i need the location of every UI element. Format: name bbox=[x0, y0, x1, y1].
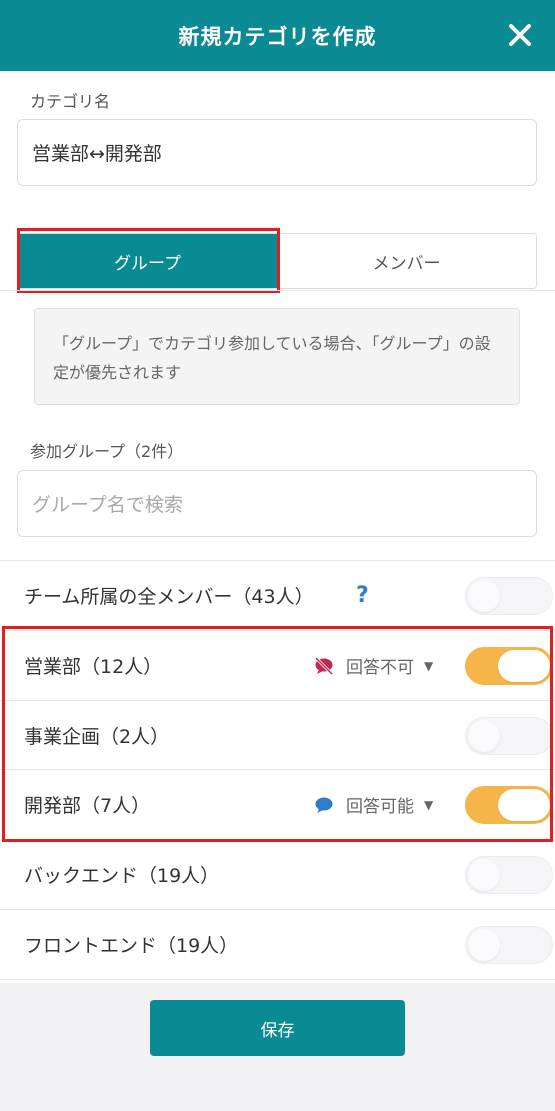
modal-title: 新規カテゴリを作成 bbox=[178, 24, 377, 49]
close-button[interactable] bbox=[501, 16, 539, 54]
row-label: 営業部（12人） bbox=[24, 656, 163, 678]
divider bbox=[0, 290, 555, 291]
list-item-group: フロントエンド（19人） bbox=[0, 910, 555, 979]
reply-status-dropdown[interactable]: 回答可能 ▼ bbox=[314, 792, 433, 817]
row-label: バックエンド（19人） bbox=[24, 865, 220, 887]
toggle-switch[interactable] bbox=[465, 855, 553, 894]
close-icon bbox=[509, 24, 531, 46]
reply-icon bbox=[315, 797, 333, 813]
list-item-group: バックエンド（19人） bbox=[0, 840, 555, 909]
row-label: チーム所属の全メンバー（43人） bbox=[24, 586, 314, 608]
group-search-input[interactable]: グループ名で検索 bbox=[17, 470, 537, 537]
tab-switcher: グループ メンバー bbox=[17, 233, 537, 289]
row-label: 開発部（7人） bbox=[24, 795, 151, 817]
tab-group[interactable]: グループ bbox=[18, 234, 277, 288]
row-label: 事業企画（2人） bbox=[24, 726, 170, 748]
list-item-all-members: チーム所属の全メンバー（43人） ? bbox=[0, 561, 555, 630]
groups-count-label: 参加グループ（2件） bbox=[30, 442, 184, 461]
toggle-switch[interactable] bbox=[465, 925, 553, 964]
help-icon[interactable]: ? bbox=[356, 583, 369, 608]
reply-status-label: 回答不可 bbox=[346, 658, 414, 678]
list-item-group: 開発部（7人） 回答可能 ▼ bbox=[0, 770, 555, 839]
no-reply-icon bbox=[314, 656, 334, 675]
save-button[interactable]: 保存 bbox=[150, 1000, 405, 1056]
caret-down-icon: ▼ bbox=[424, 797, 434, 812]
list-item-group: 営業部（12人） 回答不可 ▼ bbox=[0, 631, 555, 700]
list-item-group: 事業企画（2人） bbox=[0, 701, 555, 770]
row-label: フロントエンド（19人） bbox=[24, 935, 239, 957]
reply-status-dropdown[interactable]: 回答不可 ▼ bbox=[314, 653, 433, 678]
notice-box: 「グループ」でカテゴリ参加している場合、「グループ」の設定が優先されます bbox=[34, 308, 520, 405]
reply-status-label: 回答可能 bbox=[346, 797, 414, 817]
modal-body: カテゴリ名 営業部↔開発部 グループ メンバー 「グループ」でカテゴリ参加してい… bbox=[0, 71, 555, 983]
category-name-input[interactable]: 営業部↔開発部 bbox=[17, 119, 537, 186]
divider bbox=[0, 979, 555, 980]
toggle-switch[interactable] bbox=[465, 576, 553, 615]
category-name-label: カテゴリ名 bbox=[30, 92, 111, 111]
tab-member[interactable]: メンバー bbox=[277, 234, 536, 288]
toggle-switch[interactable] bbox=[465, 716, 553, 755]
footer: 保存 bbox=[0, 983, 555, 1111]
toggle-switch[interactable] bbox=[465, 785, 553, 824]
caret-down-icon: ▼ bbox=[424, 658, 434, 673]
toggle-switch[interactable] bbox=[465, 646, 553, 685]
modal-header: 新規カテゴリを作成 bbox=[0, 0, 555, 71]
